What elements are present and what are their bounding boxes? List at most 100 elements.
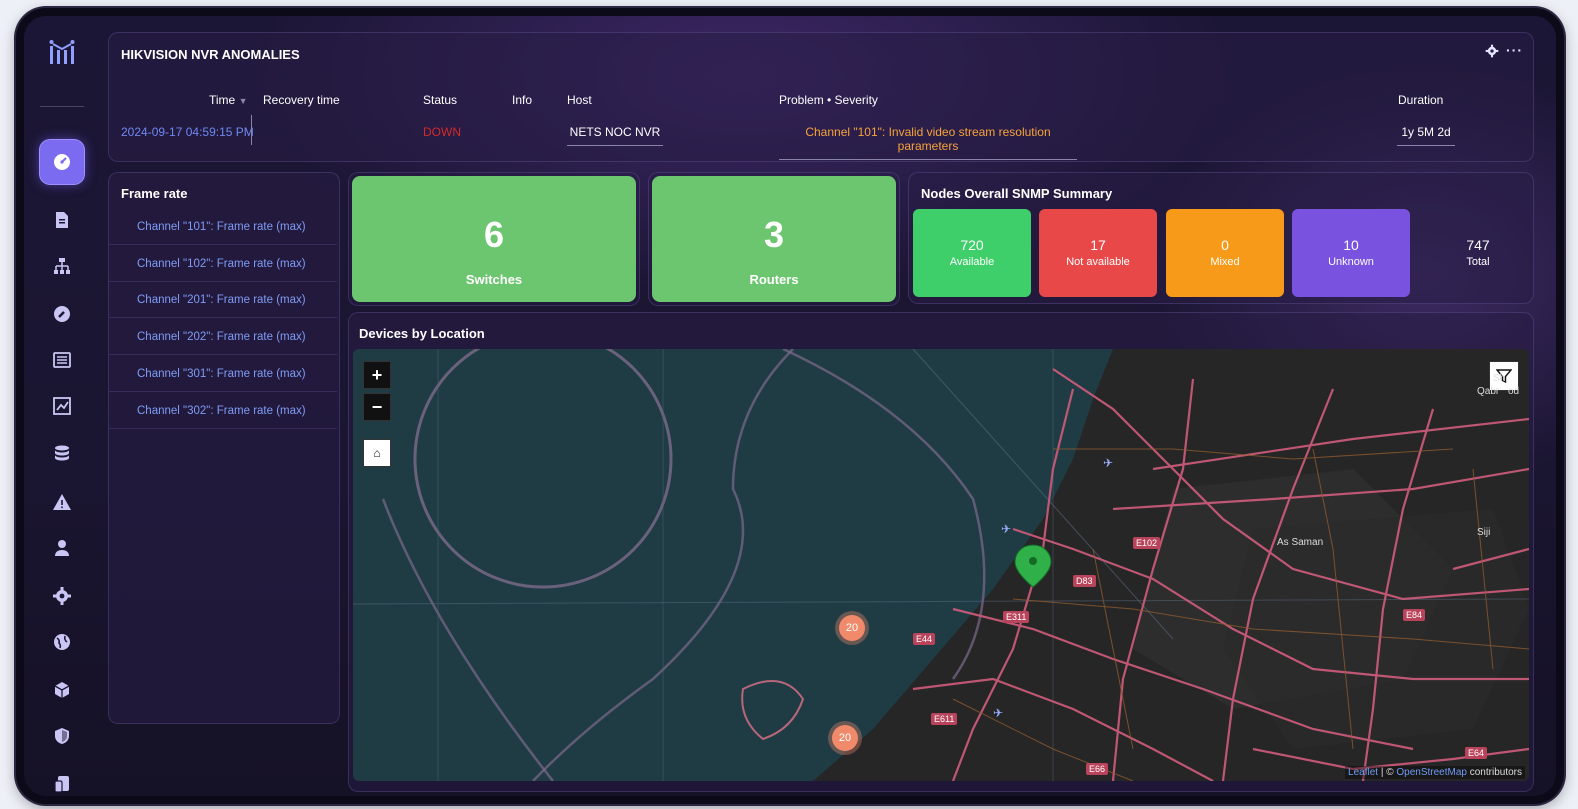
snmp-summary-panel: Nodes Overall SNMP Summary 720 Available… [908, 172, 1534, 304]
frame-rate-panel: Frame rate Channel "101": Frame rate (ma… [108, 172, 340, 724]
list-item[interactable]: Channel "301": Frame rate (max) [109, 356, 337, 392]
sidebar-item-graphs[interactable] [44, 388, 80, 424]
sidebar-divider [40, 106, 84, 107]
map-view[interactable]: ✈ ✈ ✈ + − ⌂ 20 20 E102 D83 E311 E44 E611… [353, 349, 1529, 781]
sort-desc-icon: ▼ [238, 96, 248, 106]
more-options-icon[interactable]: ··· [1506, 42, 1523, 58]
list-item[interactable]: Channel "302": Frame rate (max) [109, 393, 337, 429]
zoom-in-button[interactable]: + [363, 361, 391, 389]
place-label: Qabr [1477, 386, 1500, 397]
snmp-mixed-count: 0 [1221, 237, 1229, 253]
col-recovery: Recovery time [263, 93, 340, 107]
user-icon [55, 540, 69, 556]
snmp-total-count: 747 [1466, 237, 1490, 253]
dashboard-icon [54, 154, 70, 170]
list-item[interactable]: Channel "202": Frame rate (max) [109, 319, 337, 355]
snmp-not-available-tile[interactable]: 17 Not available [1039, 209, 1157, 297]
sidebar-item-topology[interactable] [44, 248, 80, 284]
sidebar-item-users[interactable] [44, 530, 80, 566]
cube-icon [54, 682, 70, 698]
screen: HIKVISION NVR ANOMALIES ··· Time ▼ Recov… [24, 16, 1556, 796]
anomalies-title: HIKVISION NVR ANOMALIES [121, 47, 300, 62]
shield-icon [55, 728, 69, 744]
row-status: DOWN [423, 125, 461, 139]
routers-panel: 3 Routers [648, 172, 900, 306]
snmp-total-tile: 747 Total [1419, 209, 1537, 297]
sidebar-item-database[interactable] [44, 436, 80, 472]
wrench-icon [54, 306, 70, 322]
col-host: Host [567, 93, 592, 107]
col-time[interactable]: Time ▼ [209, 93, 248, 107]
row-separator [251, 115, 252, 145]
gear-icon[interactable] [1485, 44, 1499, 58]
snmp-available-tile[interactable]: 720 Available [913, 209, 1031, 297]
snmp-unknown-label: Unknown [1328, 256, 1374, 268]
cluster-marker[interactable]: 20 [839, 615, 865, 641]
svg-text:✈: ✈ [993, 706, 1003, 720]
chart-icon [53, 397, 71, 415]
devices-map-panel: Devices by Location ✈ ✈ ✈ + − ⌂ 20 20 E1… [348, 312, 1534, 792]
sidebar-item-reports[interactable] [44, 202, 80, 238]
sidebar-item-dashboard[interactable] [40, 140, 84, 184]
snmp-available-count: 720 [960, 237, 984, 253]
logo-icon [49, 40, 75, 64]
zoom-out-button[interactable]: − [363, 393, 391, 421]
sidebar-item-settings[interactable] [44, 578, 80, 614]
switches-panel: 6 Switches [348, 172, 640, 306]
svg-text:✈: ✈ [1103, 456, 1113, 470]
routers-label: Routers [749, 272, 799, 287]
svg-text:✈: ✈ [1001, 522, 1011, 536]
sidebar-item-modules[interactable] [44, 672, 80, 708]
sidebar-item-tools[interactable] [44, 296, 80, 332]
snmp-title: Nodes Overall SNMP Summary [921, 186, 1113, 201]
snmp-available-label: Available [949, 256, 995, 268]
snmp-total-label: Total [1466, 256, 1490, 268]
col-duration: Duration [1398, 93, 1444, 107]
snmp-mixed-tile[interactable]: 0 Mixed [1166, 209, 1284, 297]
gear-icon [53, 587, 71, 605]
anomalies-panel: HIKVISION NVR ANOMALIES ··· Time ▼ Recov… [108, 32, 1534, 162]
list-item[interactable]: Channel "201": Frame rate (max) [109, 282, 337, 318]
row-time[interactable]: 2024-09-17 04:59:15 PM [121, 125, 254, 139]
place-label: Sh [1493, 373, 1506, 384]
cluster-marker[interactable]: 20 [832, 725, 858, 751]
place-label: As Saman [1277, 537, 1324, 548]
list-item[interactable]: Channel "102": Frame rate (max) [109, 246, 337, 282]
osm-link[interactable]: OpenStreetMap [1396, 767, 1467, 778]
routers-card[interactable]: 3 Routers [652, 176, 896, 302]
col-problem: Problem • Severity [779, 93, 878, 107]
database-icon [55, 445, 69, 461]
routers-count: 3 [763, 214, 785, 255]
snmp-unknown-count: 10 [1343, 237, 1359, 253]
place-label: Siji [1477, 527, 1491, 538]
road-label: E66 [1086, 763, 1109, 775]
row-host[interactable]: NETS NOC NVR [567, 125, 663, 146]
sidebar-item-devices[interactable] [44, 766, 80, 796]
home-icon: ⌂ [373, 446, 381, 460]
devices-icon [54, 776, 69, 793]
sidebar-item-alerts[interactable] [44, 484, 80, 520]
frame-rate-title: Frame rate [121, 186, 188, 201]
road-label: E311 [1003, 611, 1030, 623]
row-problem[interactable]: Channel "101": Invalid video stream reso… [779, 125, 1077, 160]
place-label: od [1508, 386, 1520, 397]
col-time-label: Time [209, 93, 236, 107]
sidebar-item-security[interactable] [44, 718, 80, 754]
attribution-separator: | © [1378, 767, 1397, 778]
row-duration: 1y 5M 2d [1397, 125, 1455, 146]
snmp-not-available-label: Not available [1066, 256, 1130, 268]
road-label: E44 [913, 633, 936, 645]
snmp-unknown-tile[interactable]: 10 Unknown [1292, 209, 1410, 297]
leaflet-link[interactable]: Leaflet [1348, 767, 1378, 778]
switches-count: 6 [483, 214, 505, 255]
list-icon [53, 352, 71, 368]
switches-card[interactable]: 6 Switches [352, 176, 636, 302]
warning-icon [53, 494, 71, 510]
sidebar [24, 16, 100, 796]
home-button[interactable]: ⌂ [363, 439, 391, 467]
list-item[interactable]: Channel "101": Frame rate (max) [109, 209, 337, 245]
map-attribution: Leaflet | © OpenStreetMap contributors [1345, 766, 1525, 779]
col-status: Status [423, 93, 458, 107]
sidebar-item-list[interactable] [44, 342, 80, 378]
sidebar-item-global[interactable] [44, 624, 80, 660]
